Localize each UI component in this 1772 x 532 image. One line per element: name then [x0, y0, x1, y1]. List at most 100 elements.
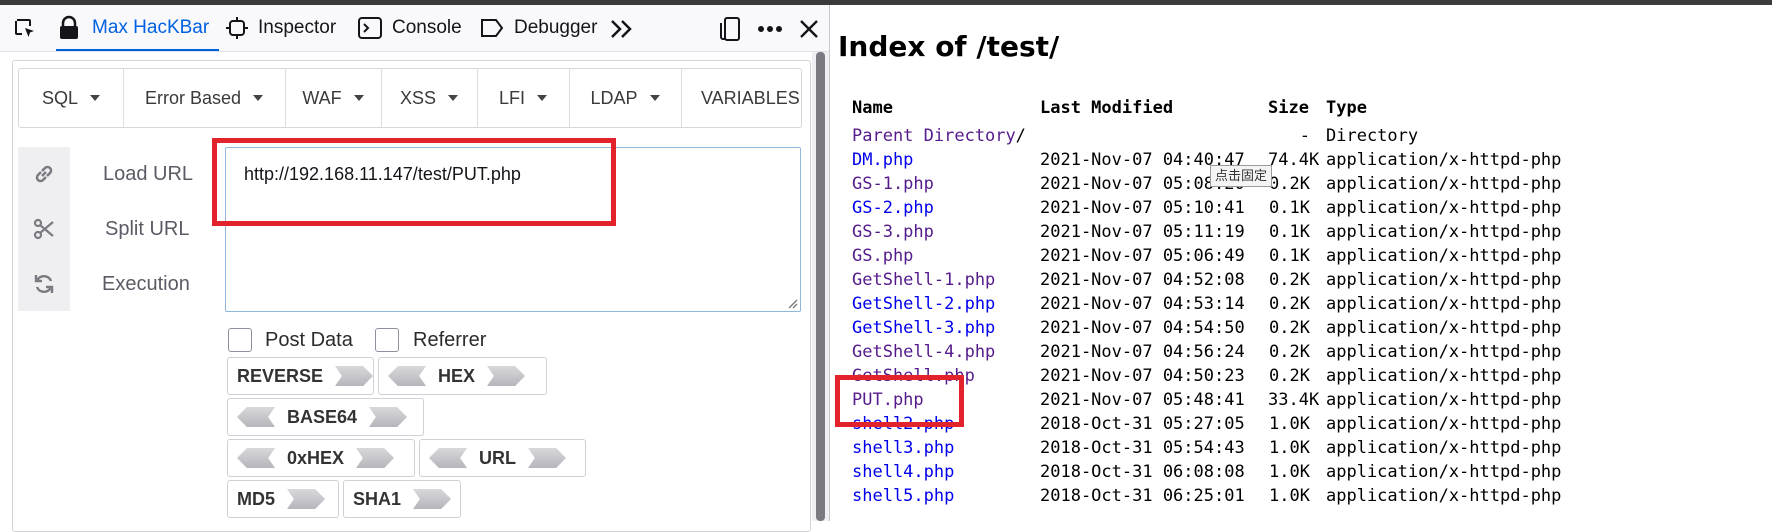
caret-down-icon	[649, 95, 660, 101]
last-modified-cell: 2021-Nov-07 05:48:41	[1040, 390, 1245, 410]
file-link[interactable]: GS-2.php	[852, 198, 934, 218]
file-link[interactable]: GetShell-3.php	[852, 318, 995, 338]
menu-lfi[interactable]: LFI	[477, 69, 570, 127]
size-cell: 1.0K	[1269, 438, 1310, 458]
reverse-button[interactable]: REVERSE	[227, 357, 374, 395]
more-options-icon[interactable]	[754, 16, 786, 42]
tab-inspector[interactable]: Inspector	[226, 5, 336, 51]
execution-label[interactable]: Execution	[102, 273, 190, 296]
last-modified-cell: 2018-Oct-31 05:27:05	[1040, 414, 1245, 434]
menu-sql[interactable]: SQL	[19, 69, 124, 127]
file-link[interactable]: shell5.php	[852, 486, 954, 506]
type-cell: application/x-httpd-php	[1326, 438, 1562, 458]
caret-down-icon	[448, 95, 459, 101]
pane-divider[interactable]	[829, 5, 830, 521]
tab-debugger[interactable]: Debugger	[480, 5, 597, 51]
last-modified-cell: 2021-Nov-07 04:54:50	[1040, 318, 1245, 338]
referrer-label[interactable]: Referrer	[413, 329, 486, 352]
menu-label: VARIABLES	[701, 87, 800, 108]
header-type: Type	[1326, 98, 1367, 118]
type-cell: application/x-httpd-php	[1326, 294, 1562, 314]
arrow-left-icon	[429, 448, 467, 468]
last-modified-cell: 2021-Nov-07 05:06:49	[1040, 246, 1245, 266]
type-cell: application/x-httpd-php	[1326, 150, 1562, 170]
arrow-right-icon	[287, 489, 326, 509]
type-cell: application/x-httpd-php	[1326, 342, 1562, 362]
hex-button[interactable]: HEX	[378, 357, 547, 395]
menu-error-based[interactable]: Error Based	[123, 69, 286, 127]
button-label: BASE64	[287, 406, 358, 427]
file-link[interactable]: GS.php	[852, 246, 913, 266]
resize-grip-icon[interactable]	[786, 297, 798, 309]
file-link[interactable]: shell3.php	[852, 438, 954, 458]
type-cell: application/x-httpd-php	[1326, 414, 1562, 434]
button-label: URL	[479, 447, 516, 468]
menu-label: LDAP	[590, 87, 638, 108]
arrow-right-icon	[528, 448, 566, 468]
size-cell: 0.2K	[1269, 270, 1310, 290]
sha1-button[interactable]: SHA1	[343, 480, 461, 518]
load-url-link-icon[interactable]	[18, 147, 70, 201]
type-cell: application/x-httpd-php	[1326, 222, 1562, 242]
panel-scrollbar-thumb[interactable]	[816, 52, 825, 521]
menu-variables[interactable]: VARIABLES	[681, 69, 801, 127]
menu-waf[interactable]: WAF	[285, 69, 382, 127]
header-size: Size	[1268, 98, 1309, 118]
0xhex-button[interactable]: 0xHEX	[227, 439, 415, 477]
menu-label: SQL	[41, 87, 79, 108]
url-encode-button[interactable]: URL	[419, 439, 586, 477]
file-link[interactable]: GetShell-1.php	[852, 270, 995, 290]
file-link[interactable]: DM.php	[852, 150, 913, 170]
size-cell: 1.0K	[1269, 462, 1310, 482]
size-cell: 0.2K	[1269, 294, 1310, 314]
last-modified-cell: 2021-Nov-07 05:10:41	[1040, 198, 1245, 218]
file-link[interactable]: GS-3.php	[852, 222, 934, 242]
tab-label: Max HacKBar	[92, 17, 210, 38]
more-tabs-chevron-icon[interactable]	[608, 16, 636, 42]
caret-down-icon	[90, 95, 101, 101]
menu-ldap[interactable]: LDAP	[569, 69, 682, 127]
post-data-checkbox[interactable]	[228, 328, 252, 352]
type-cell: application/x-httpd-php	[1326, 390, 1562, 410]
last-modified-cell: 2021-Nov-07 04:52:08	[1040, 270, 1245, 290]
menu-label: WAF	[302, 87, 342, 108]
split-url-label[interactable]: Split URL	[105, 218, 189, 241]
post-data-label[interactable]: Post Data	[265, 329, 353, 352]
split-url-scissors-icon[interactable]	[18, 202, 70, 256]
tab-label: Debugger	[514, 17, 598, 38]
hackbar-lock-icon	[60, 15, 78, 39]
dock-side-icon[interactable]	[716, 16, 744, 42]
button-label: SHA1	[353, 488, 402, 509]
caret-down-icon	[353, 95, 364, 101]
header-name: Name	[852, 98, 893, 118]
element-picker-icon[interactable]	[12, 16, 38, 42]
md5-button[interactable]: MD5	[227, 480, 339, 518]
file-link[interactable]: GetShell-2.php	[852, 294, 995, 314]
action-icon-strip	[18, 147, 70, 311]
annotation-box-put	[835, 375, 964, 427]
size-cell: 74.4K	[1268, 150, 1320, 170]
page-title: Index of /test/	[838, 30, 1060, 63]
file-link[interactable]: GetShell-4.php	[852, 342, 995, 362]
last-modified-cell: 2018-Oct-31 06:25:01	[1040, 486, 1245, 506]
button-label: REVERSE	[237, 365, 324, 386]
load-url-label[interactable]: Load URL	[103, 163, 193, 186]
arrow-left-icon	[237, 448, 275, 468]
file-link[interactable]: Parent Directory	[852, 126, 1016, 146]
execution-refresh-icon[interactable]	[18, 257, 70, 311]
file-link[interactable]: GS-1.php	[852, 174, 934, 194]
close-devtools-icon[interactable]	[796, 16, 822, 42]
annotation-box-url	[212, 138, 616, 226]
file-link[interactable]: shell4.php	[852, 462, 954, 482]
tab-console[interactable]: Console	[358, 5, 462, 51]
menu-xss[interactable]: XSS	[381, 69, 478, 127]
arrow-left-icon	[237, 407, 275, 427]
caret-down-icon	[537, 95, 547, 101]
last-modified-cell: 2018-Oct-31 05:54:43	[1040, 438, 1245, 458]
size-cell: 1.0K	[1269, 414, 1310, 434]
tab-max-hackbar[interactable]: Max HacKBar	[56, 5, 220, 51]
base64-button[interactable]: BASE64	[227, 398, 424, 436]
referrer-checkbox[interactable]	[375, 328, 399, 352]
size-cell: 0.1K	[1269, 246, 1310, 266]
size-cell: 0.1K	[1269, 198, 1310, 218]
